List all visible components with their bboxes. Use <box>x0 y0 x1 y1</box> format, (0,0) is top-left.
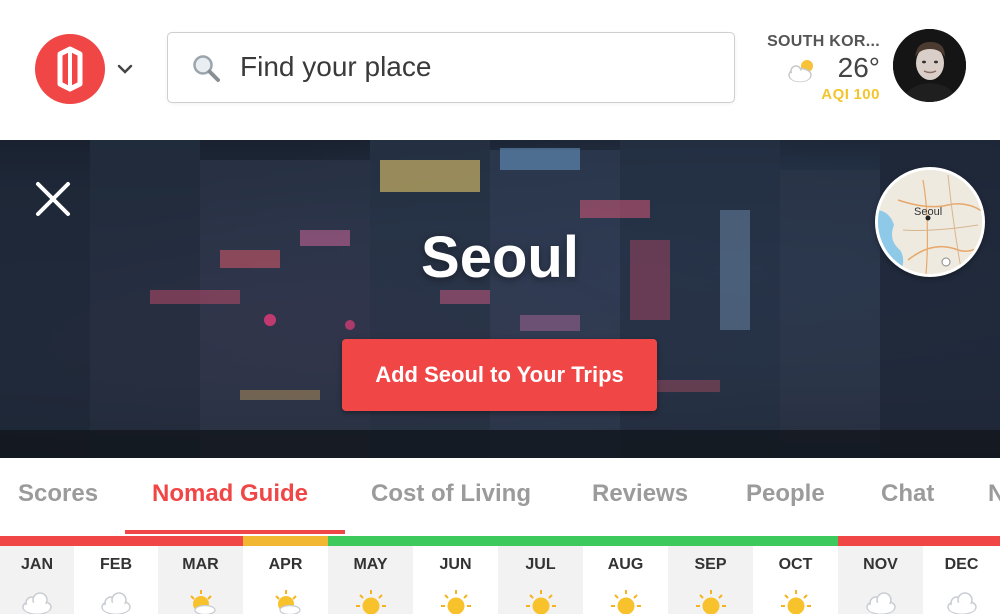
month-rating-bar <box>328 536 413 546</box>
chevron-down-icon[interactable] <box>115 62 135 76</box>
sunny-icon <box>353 588 389 614</box>
hero-banner: Seoul Add Seoul to Your Trips Seoul <box>0 140 1000 458</box>
month-cell-apr: APR <box>243 536 328 614</box>
month-label: NOV <box>863 556 898 573</box>
partly-cloudy-icon <box>788 60 813 83</box>
month-cell-jan: JAN <box>0 536 74 614</box>
logo-icon[interactable] <box>35 34 105 104</box>
search-icon <box>193 55 220 82</box>
month-cell-sep: SEP <box>668 536 753 614</box>
month-rating-bar <box>923 536 1000 546</box>
month-label: APR <box>268 556 303 573</box>
month-cell-nov: NOV <box>838 536 923 614</box>
close-icon[interactable] <box>34 180 72 218</box>
cloudy-icon <box>19 588 55 614</box>
month-cell-dec: DEC <box>923 536 1000 614</box>
sunny-icon <box>523 588 559 614</box>
month-label: JUL <box>525 556 556 573</box>
month-rating-bar <box>243 536 328 546</box>
map-city-label: Seoul <box>914 206 943 218</box>
month-label: JUN <box>439 556 472 573</box>
cloudy-icon <box>944 588 980 614</box>
sunny-icon <box>693 588 729 614</box>
tab-reviews[interactable]: Reviews <box>592 480 688 508</box>
tab-people[interactable]: People <box>746 480 825 508</box>
month-cell-mar: MAR <box>158 536 243 614</box>
month-weather-strip: JAN FEB MAR APR MAY JUN JUL AUG SEP OCT NOV DEC <box>0 536 1000 614</box>
month-label: FEB <box>100 556 132 573</box>
month-cell-aug: AUG <box>583 536 668 614</box>
month-rating-bar <box>838 536 923 546</box>
aqi-value: 100 <box>853 86 880 103</box>
city-title: Seoul <box>421 225 579 290</box>
month-cell-feb: FEB <box>74 536 158 614</box>
search-input[interactable] <box>240 33 710 101</box>
month-rating-bar <box>583 536 668 546</box>
month-cell-jul: JUL <box>498 536 583 614</box>
tab-scores[interactable]: Scores <box>18 480 98 508</box>
month-rating-bar <box>413 536 498 546</box>
month-rating-bar <box>753 536 838 546</box>
top-bar: SOUTH KOR... 26° AQI100 <box>0 0 1000 140</box>
month-label: SEP <box>694 556 727 573</box>
month-rating-bar <box>0 536 74 546</box>
month-label: DEC <box>944 556 979 573</box>
month-rating-bar <box>74 536 158 546</box>
tab-bar: Scores Nomad Guide Cost of Living Review… <box>0 458 1000 536</box>
temperature: 26° <box>837 52 880 83</box>
month-cell-jun: JUN <box>413 536 498 614</box>
sunny-icon <box>778 588 814 614</box>
month-label: MAR <box>182 556 219 573</box>
tab-nomad-guide[interactable]: Nomad Guide <box>152 480 308 508</box>
map-thumbnail[interactable]: Seoul <box>875 167 985 277</box>
month-label: OCT <box>778 556 813 573</box>
aqi-label: AQI <box>821 86 850 103</box>
month-rating-bar <box>158 536 243 546</box>
month-label: JAN <box>20 556 53 573</box>
month-cell-oct: OCT <box>753 536 838 614</box>
month-label: MAY <box>353 556 388 573</box>
month-cell-may: MAY <box>328 536 413 614</box>
cloudy-icon <box>98 588 134 614</box>
add-to-trips-button[interactable]: Add Seoul to Your Trips <box>342 339 657 411</box>
aqi-indicator: AQI 100 <box>780 86 880 103</box>
avatar[interactable] <box>893 29 966 102</box>
cloudy-icon <box>863 588 899 614</box>
location-country[interactable]: SOUTH KOR... <box>730 33 880 51</box>
active-tab-indicator <box>125 530 345 534</box>
search-box[interactable] <box>167 32 735 103</box>
partly-sunny-icon <box>268 588 304 614</box>
tab-cost-of-living[interactable]: Cost of Living <box>371 480 531 508</box>
partly-sunny-icon <box>183 588 219 614</box>
month-rating-bar <box>668 536 753 546</box>
tab-chat[interactable]: Chat <box>881 480 934 508</box>
month-rating-bar <box>498 536 583 546</box>
sunny-icon <box>438 588 474 614</box>
month-label: AUG <box>607 556 644 573</box>
sunny-icon <box>608 588 644 614</box>
tab-next[interactable]: N <box>988 480 1000 508</box>
